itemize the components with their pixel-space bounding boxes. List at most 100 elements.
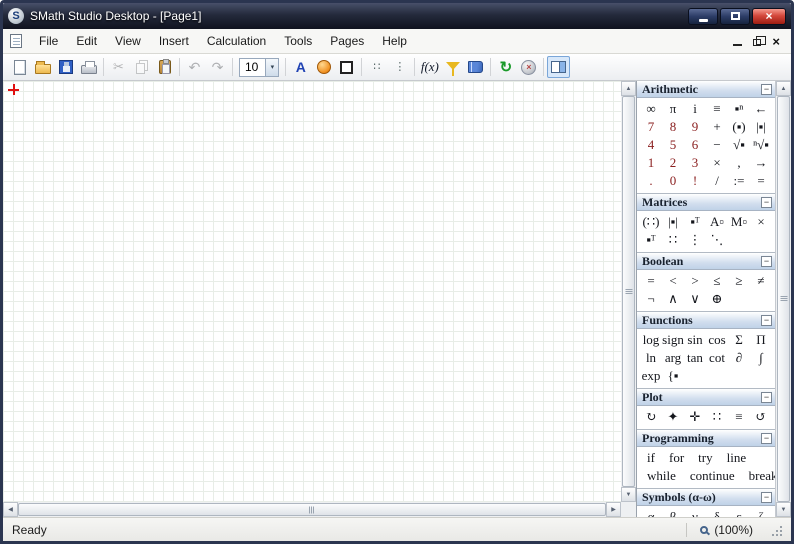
palette-button[interactable]: γ xyxy=(684,508,706,517)
align-horizontal-button[interactable]: ∷ xyxy=(365,56,388,78)
collapse-button[interactable]: − xyxy=(761,391,772,403)
palette-button[interactable]: 9 xyxy=(684,118,706,136)
palette-button[interactable]: ≡ xyxy=(706,100,728,118)
paste-button[interactable] xyxy=(153,56,176,78)
palette-button[interactable]: ⋱ xyxy=(706,231,728,249)
palette-button[interactable]: Σ xyxy=(728,331,750,349)
resize-grip[interactable] xyxy=(769,523,782,536)
palette-button[interactable]: ✦ xyxy=(662,408,684,426)
palette-button[interactable]: ∷ xyxy=(662,231,684,249)
menu-insert[interactable]: Insert xyxy=(150,31,198,51)
menu-file[interactable]: File xyxy=(30,31,67,51)
palette-button[interactable]: ▪ᵀ xyxy=(684,213,706,231)
palette-button[interactable]: ⁿ√▪ xyxy=(750,136,772,154)
horizontal-scrollbar[interactable]: ◀ ▶ xyxy=(3,502,621,517)
palette-button[interactable]: ¬ xyxy=(640,290,662,308)
palette-button[interactable]: 5 xyxy=(662,136,684,154)
palette-button[interactable]: ≥ xyxy=(728,272,750,290)
palette-button[interactable]: δ xyxy=(706,508,728,517)
menu-tools[interactable]: Tools xyxy=(275,31,321,51)
scroll-up-button[interactable]: ▲ xyxy=(621,81,636,96)
palette-button[interactable]: = xyxy=(640,272,662,290)
horizontal-scrollbar-thumb[interactable] xyxy=(18,503,606,516)
redo-button[interactable]: ↷ xyxy=(206,56,229,78)
palette-button[interactable]: ≠ xyxy=(750,272,772,290)
collapse-button[interactable]: − xyxy=(761,255,772,267)
collapse-button[interactable]: − xyxy=(761,196,772,208)
palette-button[interactable]: Π xyxy=(750,331,772,349)
palette-button[interactable]: ← xyxy=(750,100,772,118)
insert-unit-button[interactable] xyxy=(441,56,464,78)
align-vertical-button[interactable]: ⋮ xyxy=(388,56,411,78)
palette-button[interactable]: tan xyxy=(684,349,706,367)
collapse-button[interactable]: − xyxy=(761,83,772,95)
palette-button[interactable]: sin xyxy=(684,331,706,349)
palette-button[interactable]: 8 xyxy=(662,118,684,136)
palette-button[interactable]: √▪ xyxy=(728,136,750,154)
palette-button[interactable]: + xyxy=(706,118,728,136)
palette-button[interactable]: arg xyxy=(662,349,684,367)
palette-button[interactable]: × xyxy=(750,213,772,231)
collapse-button[interactable]: − xyxy=(761,314,772,326)
palette-button[interactable]: A▫ xyxy=(706,213,728,231)
palette-button[interactable]: 1 xyxy=(640,154,662,172)
palette-button[interactable]: (▪) xyxy=(728,118,750,136)
palette-button[interactable]: × xyxy=(706,154,728,172)
save-button[interactable] xyxy=(54,56,77,78)
open-button[interactable] xyxy=(31,56,54,78)
palette-button[interactable]: continue xyxy=(683,467,742,485)
palette-button[interactable]: 6 xyxy=(684,136,706,154)
palette-button[interactable]: ln xyxy=(640,349,662,367)
panel-header-programming[interactable]: Programming − xyxy=(637,430,775,447)
scroll-right-button[interactable]: ▶ xyxy=(606,502,621,517)
print-button[interactable] xyxy=(77,56,100,78)
palette-button[interactable]: ζ xyxy=(750,508,772,517)
palette-button[interactable]: π xyxy=(662,100,684,118)
palette-button[interactable]: ∷ xyxy=(706,408,728,426)
palette-button[interactable]: log xyxy=(640,331,662,349)
palette-button[interactable]: 4 xyxy=(640,136,662,154)
palette-button[interactable]: ✛ xyxy=(684,408,706,426)
palette-button[interactable]: β xyxy=(662,508,684,517)
palette-button[interactable]: 3 xyxy=(684,154,706,172)
panel-header-boolean[interactable]: Boolean − xyxy=(637,253,775,270)
palette-button[interactable]: := xyxy=(728,172,750,190)
palette-button[interactable]: |▪| xyxy=(750,118,772,136)
palette-button[interactable]: → xyxy=(750,154,772,172)
sidebar-scrollbar[interactable]: ▲ ▼ xyxy=(776,81,791,517)
interrupt-button[interactable]: × xyxy=(517,56,540,78)
recalculate-button[interactable]: ↻ xyxy=(494,56,517,78)
sidebar-scrollbar-thumb[interactable] xyxy=(777,96,790,502)
palette-button[interactable]: < xyxy=(662,272,684,290)
collapse-button[interactable]: − xyxy=(761,491,772,503)
cut-button[interactable]: ✂ xyxy=(107,56,130,78)
palette-button[interactable]: exp xyxy=(640,367,662,385)
palette-button[interactable]: break xyxy=(742,467,775,485)
sidebar-scroll-down-button[interactable]: ▼ xyxy=(776,502,791,517)
palette-button[interactable]: for xyxy=(662,449,691,467)
side-panel-toggle-button[interactable] xyxy=(547,56,571,78)
menu-pages[interactable]: Pages xyxy=(321,31,373,51)
mdi-close-button[interactable]: × xyxy=(772,35,780,48)
palette-button[interactable]: ! xyxy=(684,172,706,190)
vertical-scrollbar[interactable]: ▲ ▼ xyxy=(621,81,636,502)
new-button[interactable] xyxy=(8,56,31,78)
scroll-left-button[interactable]: ◀ xyxy=(3,502,18,517)
maximize-button[interactable] xyxy=(720,7,750,25)
palette-button[interactable]: ∫ xyxy=(750,349,772,367)
palette-button[interactable]: cot xyxy=(706,349,728,367)
border-button[interactable] xyxy=(335,56,358,78)
mdi-minimize-button[interactable] xyxy=(733,44,743,46)
palette-button[interactable]: . xyxy=(640,172,662,190)
panel-header-functions[interactable]: Functions − xyxy=(637,312,775,329)
reference-book-button[interactable] xyxy=(464,56,487,78)
palette-button[interactable]: α xyxy=(640,508,662,517)
copy-button[interactable] xyxy=(130,56,153,78)
palette-button[interactable]: 2 xyxy=(662,154,684,172)
palette-button[interactable]: , xyxy=(728,154,750,172)
palette-button[interactable]: ↺ xyxy=(750,408,772,426)
palette-button[interactable]: i xyxy=(684,100,706,118)
menu-edit[interactable]: Edit xyxy=(67,31,106,51)
palette-button[interactable]: ε xyxy=(728,508,750,517)
undo-button[interactable]: ↶ xyxy=(183,56,206,78)
